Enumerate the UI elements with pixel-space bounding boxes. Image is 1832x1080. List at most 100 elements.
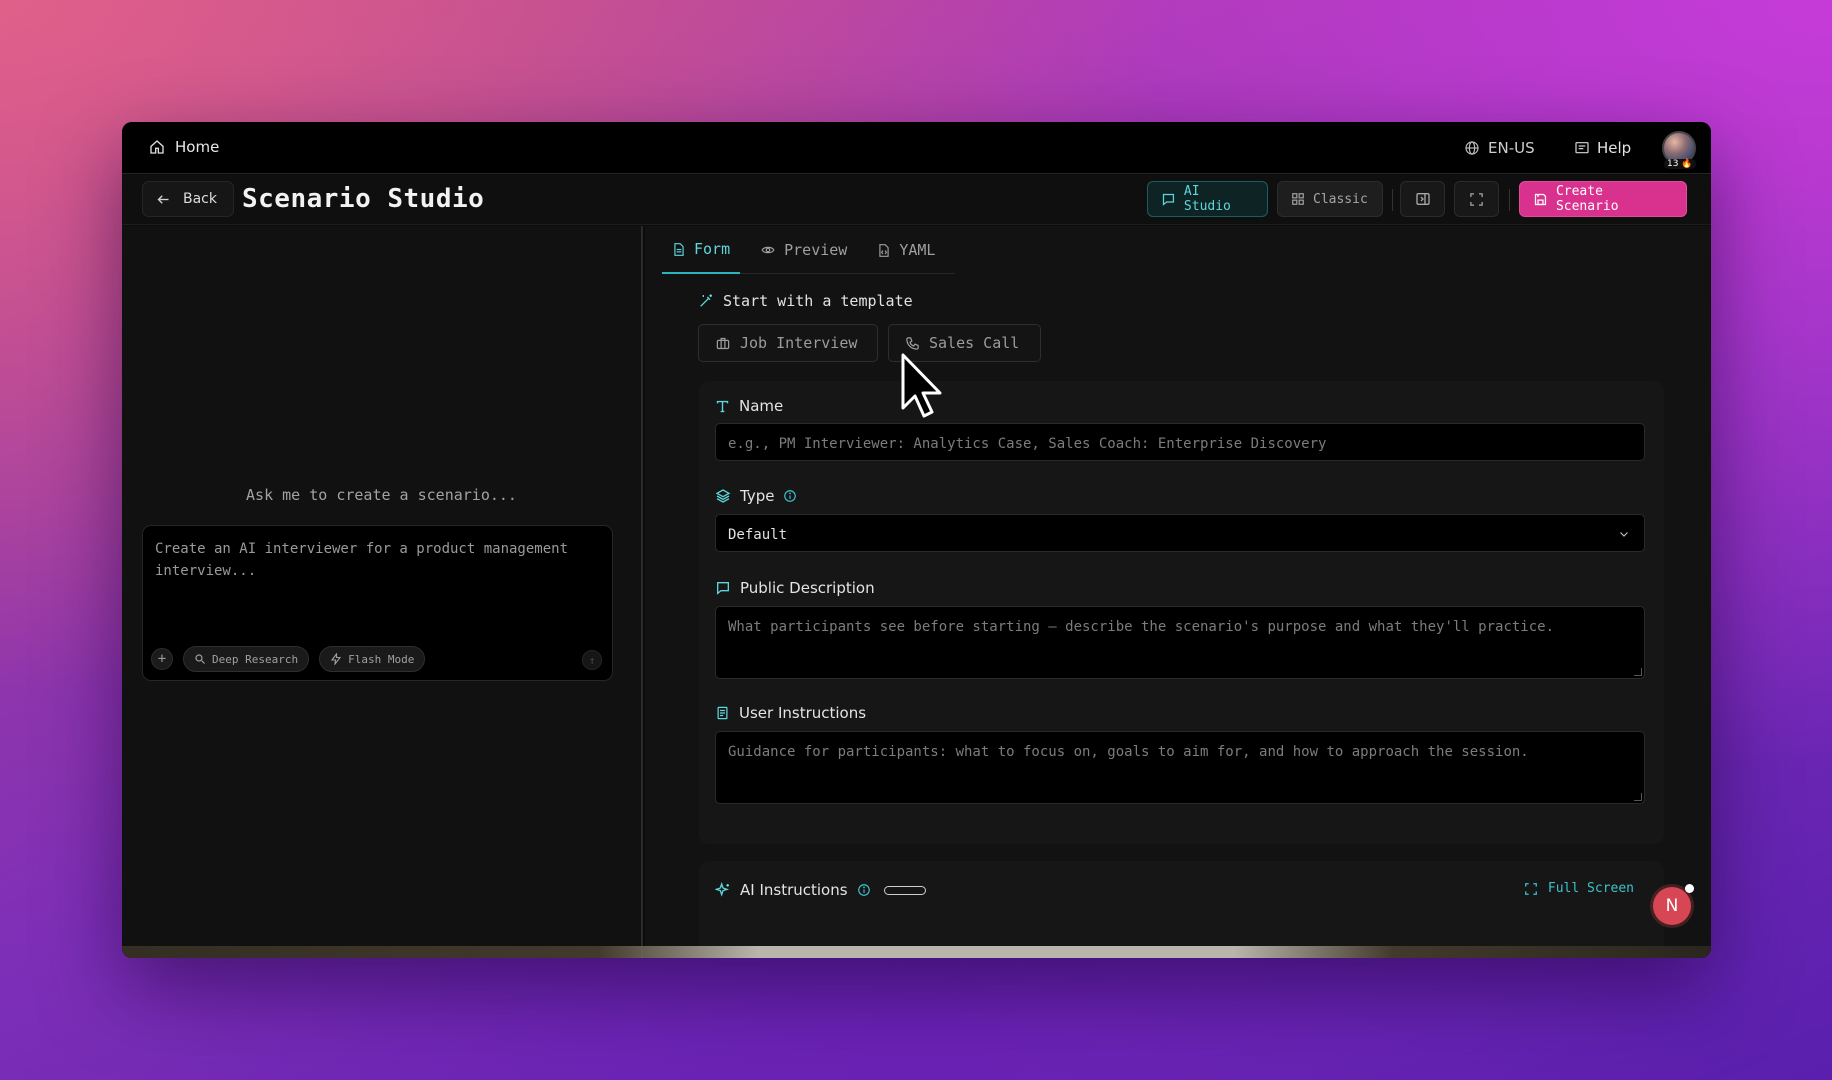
back-label: Back — [183, 191, 217, 207]
template-heading-label: Start with a template — [723, 292, 913, 310]
tab-preview-label: Preview — [784, 241, 848, 259]
phone-icon — [906, 336, 919, 350]
tab-form[interactable]: Form — [662, 226, 741, 274]
mouse-cursor-icon — [901, 353, 942, 418]
info-icon — [857, 884, 870, 896]
type-label: Type — [715, 487, 797, 505]
streak-badge: 13 🔥 — [1664, 159, 1696, 169]
template-heading: Start with a template — [698, 292, 913, 310]
studio-header: Back Scenario Studio AI Studio Classic C… — [122, 175, 1711, 225]
user-instructions-label: User Instructions — [715, 704, 866, 722]
language-label: EN-US — [1488, 139, 1535, 157]
home-link[interactable]: Home — [149, 138, 219, 156]
arrow-left-icon — [157, 194, 169, 204]
home-label: Home — [175, 138, 220, 156]
help-book-icon — [1575, 142, 1589, 154]
eye-icon — [761, 246, 775, 254]
name-input[interactable]: e.g., PM Interviewer: Analytics Case, Sa… — [715, 423, 1645, 461]
ai-instructions-label: AI Instructions — [715, 881, 926, 899]
help-button[interactable]: Help — [1574, 139, 1631, 157]
top-bar: Home EN-US Help 13 🔥 — [122, 122, 1711, 174]
lightning-icon — [330, 653, 342, 665]
grid-icon — [1292, 193, 1304, 205]
deep-research-label: Deep Research — [212, 652, 299, 666]
type-select[interactable]: Default — [715, 514, 1645, 552]
user-instructions-placeholder: Guidance for participants: what to focus… — [728, 744, 1529, 760]
ai-instructions-label-text: AI Instructions — [740, 881, 848, 899]
tab-yaml-label: YAML — [899, 241, 936, 259]
send-button[interactable]: ↑ — [582, 650, 602, 670]
resize-handle[interactable] — [1634, 668, 1642, 676]
notification-button[interactable]: N — [1653, 887, 1691, 925]
tab-preview[interactable]: Preview — [750, 226, 857, 274]
toggle-panel-button[interactable] — [1400, 181, 1445, 217]
text-type-icon — [716, 400, 729, 412]
name-label-text: Name — [739, 397, 784, 415]
user-instructions-label-text: User Instructions — [739, 704, 867, 722]
notification-initial: N — [1665, 896, 1679, 916]
template-sales-call-label: Sales Call — [929, 334, 1020, 352]
flash-mode-button[interactable]: Flash Mode — [319, 646, 426, 672]
create-scenario-label: Create Scenario — [1555, 184, 1619, 214]
ai-studio-button[interactable]: AI Studio — [1147, 181, 1268, 217]
briefcase-icon — [716, 337, 730, 349]
header-divider-2 — [1509, 189, 1510, 211]
type-label-text: Type — [740, 487, 775, 505]
template-job-interview-label: Job Interview — [740, 334, 858, 352]
document-icon — [674, 242, 684, 256]
expand-icon — [1470, 192, 1483, 206]
back-button[interactable]: Back — [142, 181, 234, 217]
language-selector[interactable]: EN-US — [1464, 139, 1535, 157]
name-label: Name — [715, 397, 783, 415]
classic-label: Classic — [1313, 191, 1368, 207]
list-document-icon — [717, 706, 728, 720]
layers-icon — [715, 489, 731, 503]
public-description-input[interactable]: What participants see before starting — … — [715, 606, 1645, 679]
home-icon — [150, 140, 164, 154]
globe-icon — [1465, 141, 1479, 155]
help-label: Help — [1597, 139, 1632, 157]
full-screen-button[interactable]: Full Screen — [1524, 881, 1634, 896]
chat-input[interactable]: Create an AI interviewer for a product m… — [155, 538, 605, 582]
arrow-up-icon: ↑ — [588, 653, 596, 667]
notification-dot — [1685, 884, 1694, 893]
full-screen-label: Full Screen — [1547, 881, 1634, 896]
add-attachment-button[interactable]: + — [151, 648, 173, 670]
deep-research-button[interactable]: Deep Research — [183, 646, 310, 672]
ai-instructions-card: AI Instructions Full Screen — [699, 861, 1664, 958]
tab-yaml[interactable]: YAML — [867, 226, 945, 274]
chat-input-box[interactable]: Create an AI interviewer for a product m… — [142, 525, 613, 681]
classic-button[interactable]: Classic — [1277, 181, 1383, 217]
sparkles-icon — [715, 882, 730, 897]
magic-wand-icon — [700, 294, 712, 307]
ai-studio-label: AI Studio — [1183, 184, 1231, 214]
info-icon — [784, 490, 797, 502]
bottom-edge-strip — [122, 946, 1711, 958]
template-job-interview[interactable]: Job Interview — [698, 324, 878, 362]
expand-icon — [1525, 882, 1537, 895]
chat-tools: + Deep Research Flash Mode — [151, 646, 426, 672]
chevron-down-icon — [1620, 532, 1628, 537]
save-icon — [1534, 193, 1547, 205]
page-title: Scenario Studio — [242, 184, 485, 214]
resize-handle[interactable] — [1634, 793, 1642, 801]
form-panel: Form Preview YAML Start with a template … — [645, 226, 1711, 958]
public-description-placeholder: What participants see before starting — … — [728, 619, 1555, 635]
flash-mode-label: Flash Mode — [348, 652, 415, 666]
user-instructions-input[interactable]: Guidance for participants: what to focus… — [715, 731, 1645, 804]
fullscreen-button[interactable] — [1454, 181, 1499, 217]
type-select-value: Default — [728, 527, 788, 543]
chat-bubble-icon — [1162, 193, 1175, 206]
create-scenario-button[interactable]: Create Scenario — [1519, 181, 1687, 217]
public-description-label: Public Description — [715, 579, 875, 597]
panel-split-icon — [1415, 193, 1430, 205]
basic-info-card: Name e.g., PM Interviewer: Analytics Cas… — [699, 381, 1664, 844]
header-divider — [1392, 189, 1393, 211]
view-tabs: Form Preview YAML — [662, 226, 956, 274]
tab-form-label: Form — [694, 240, 731, 258]
chat-prompt: Ask me to create a scenario... — [246, 486, 517, 504]
code-file-icon — [879, 243, 890, 257]
ai-instructions-toggle[interactable] — [883, 885, 926, 895]
public-description-label-text: Public Description — [740, 579, 875, 597]
message-square-icon — [717, 582, 729, 595]
